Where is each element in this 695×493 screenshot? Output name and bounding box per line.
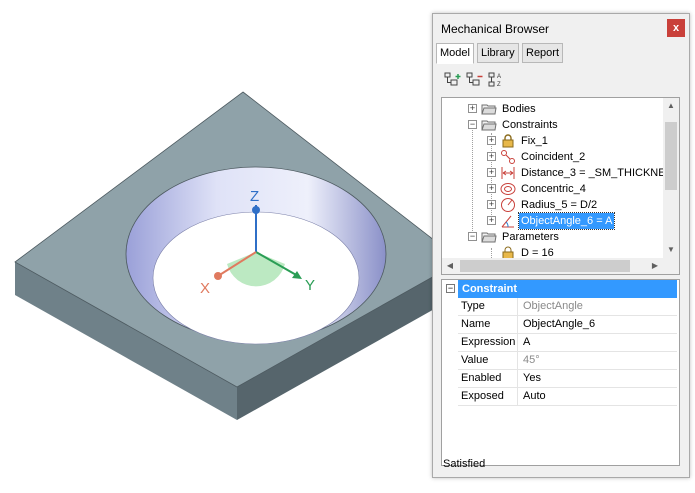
tab-library[interactable]: Library [477, 43, 519, 63]
expand-fix-toggle[interactable]: + [487, 136, 496, 145]
scroll-down-icon[interactable]: ▼ [663, 242, 679, 258]
expand-bodies-toggle[interactable]: + [468, 104, 477, 113]
angle-icon [501, 215, 514, 228]
status-text: Satisfied [443, 458, 486, 470]
x-axis-handle[interactable] [214, 272, 222, 280]
expand-objectangle-toggle[interactable]: + [487, 216, 496, 225]
scroll-right-icon[interactable]: ▶ [647, 258, 663, 274]
folder-icon [481, 120, 497, 131]
tree-horizontal-scrollbar[interactable]: ◀ ▶ [442, 258, 663, 274]
expand-distance-toggle[interactable]: + [487, 168, 496, 177]
tab-model[interactable]: Model [436, 43, 474, 64]
distance-icon [501, 167, 515, 179]
z-axis-handle[interactable] [252, 206, 260, 214]
property-row-type[interactable]: Type ObjectAngle [458, 298, 677, 316]
folder-icon [481, 232, 497, 243]
radius-icon [501, 198, 515, 212]
tree-item-fix-1[interactable]: + Fix_1 [442, 133, 663, 149]
close-button[interactable]: x [667, 19, 685, 37]
mechanical-browser-panel: Mechanical Browser x Model Library Repor… [432, 13, 690, 478]
tree-item-objectangle-6[interactable]: + ObjectAngle_6 = A [442, 212, 663, 230]
tree-item-concentric-4[interactable]: + Concentric_4 [442, 181, 663, 197]
folder-icon [481, 104, 497, 115]
exposed-value-field[interactable]: Auto [520, 388, 677, 405]
panel-title-bar[interactable]: Mechanical Browser x [433, 14, 689, 42]
property-row-exposed[interactable]: Exposed Auto [458, 388, 677, 406]
scroll-up-icon[interactable]: ▲ [663, 98, 679, 114]
property-row-name[interactable]: Name ObjectAngle_6 [458, 316, 677, 334]
scroll-corner [663, 258, 679, 274]
coincident-icon [501, 150, 515, 164]
concentric-icon [500, 183, 516, 195]
tree-item-bodies[interactable]: + Bodies [442, 101, 663, 117]
lock-icon [502, 134, 514, 148]
name-value-field[interactable]: ObjectAngle_6 [520, 316, 677, 333]
model-tree[interactable]: + Bodies − Constraints + Fix_1 + Coincid… [441, 97, 680, 275]
tree-item-coincident-2[interactable]: + Coincident_2 [442, 149, 663, 165]
y-axis-label: Y [305, 277, 315, 294]
x-axis-label: X [200, 280, 210, 297]
add-node-icon[interactable] [443, 70, 463, 90]
tab-report[interactable]: Report [522, 43, 564, 63]
scroll-left-icon[interactable]: ◀ [442, 258, 458, 274]
property-row-value[interactable]: Value 45° [458, 352, 677, 370]
expand-radius-toggle[interactable]: + [487, 200, 496, 209]
panel-title: Mechanical Browser [441, 22, 550, 36]
expand-concentric-toggle[interactable]: + [487, 184, 496, 193]
collapse-parameters-toggle[interactable]: − [468, 232, 477, 241]
tree-vertical-scrollbar[interactable]: ▲ ▼ [663, 98, 679, 258]
collapse-category-toggle[interactable]: − [446, 284, 455, 293]
tree-item-radius-5[interactable]: + Radius_5 = D/2 [442, 197, 663, 213]
tree-horizontal-thumb[interactable] [460, 260, 630, 272]
svg-text:Z: Z [497, 82, 501, 88]
property-row-enabled[interactable]: Enabled Yes [458, 370, 677, 388]
remove-node-icon[interactable] [465, 70, 485, 90]
category-label: Constraint [458, 280, 677, 298]
tree-item-constraints[interactable]: − Constraints [442, 117, 663, 133]
expand-coincident-toggle[interactable]: + [487, 152, 496, 161]
svg-text:A: A [497, 74, 501, 80]
properties-category-row[interactable]: − Constraint [442, 280, 679, 298]
tree-vertical-thumb[interactable] [665, 122, 677, 190]
z-axis-label: Z [250, 188, 259, 205]
tree-item-parameters[interactable]: − Parameters [442, 229, 663, 245]
enabled-value-field[interactable]: Yes [520, 370, 677, 387]
sort-az-icon[interactable]: A Z [487, 70, 507, 90]
properties-grid: − Constraint Type ObjectAngle Name Objec… [441, 279, 680, 466]
expression-value-field[interactable]: A [520, 334, 677, 351]
property-row-expression[interactable]: Expression A [458, 334, 677, 352]
collapse-constraints-toggle[interactable]: − [468, 120, 477, 129]
tree-item-distance-3[interactable]: + Distance_3 = _SM_THICKNESS [442, 165, 679, 181]
